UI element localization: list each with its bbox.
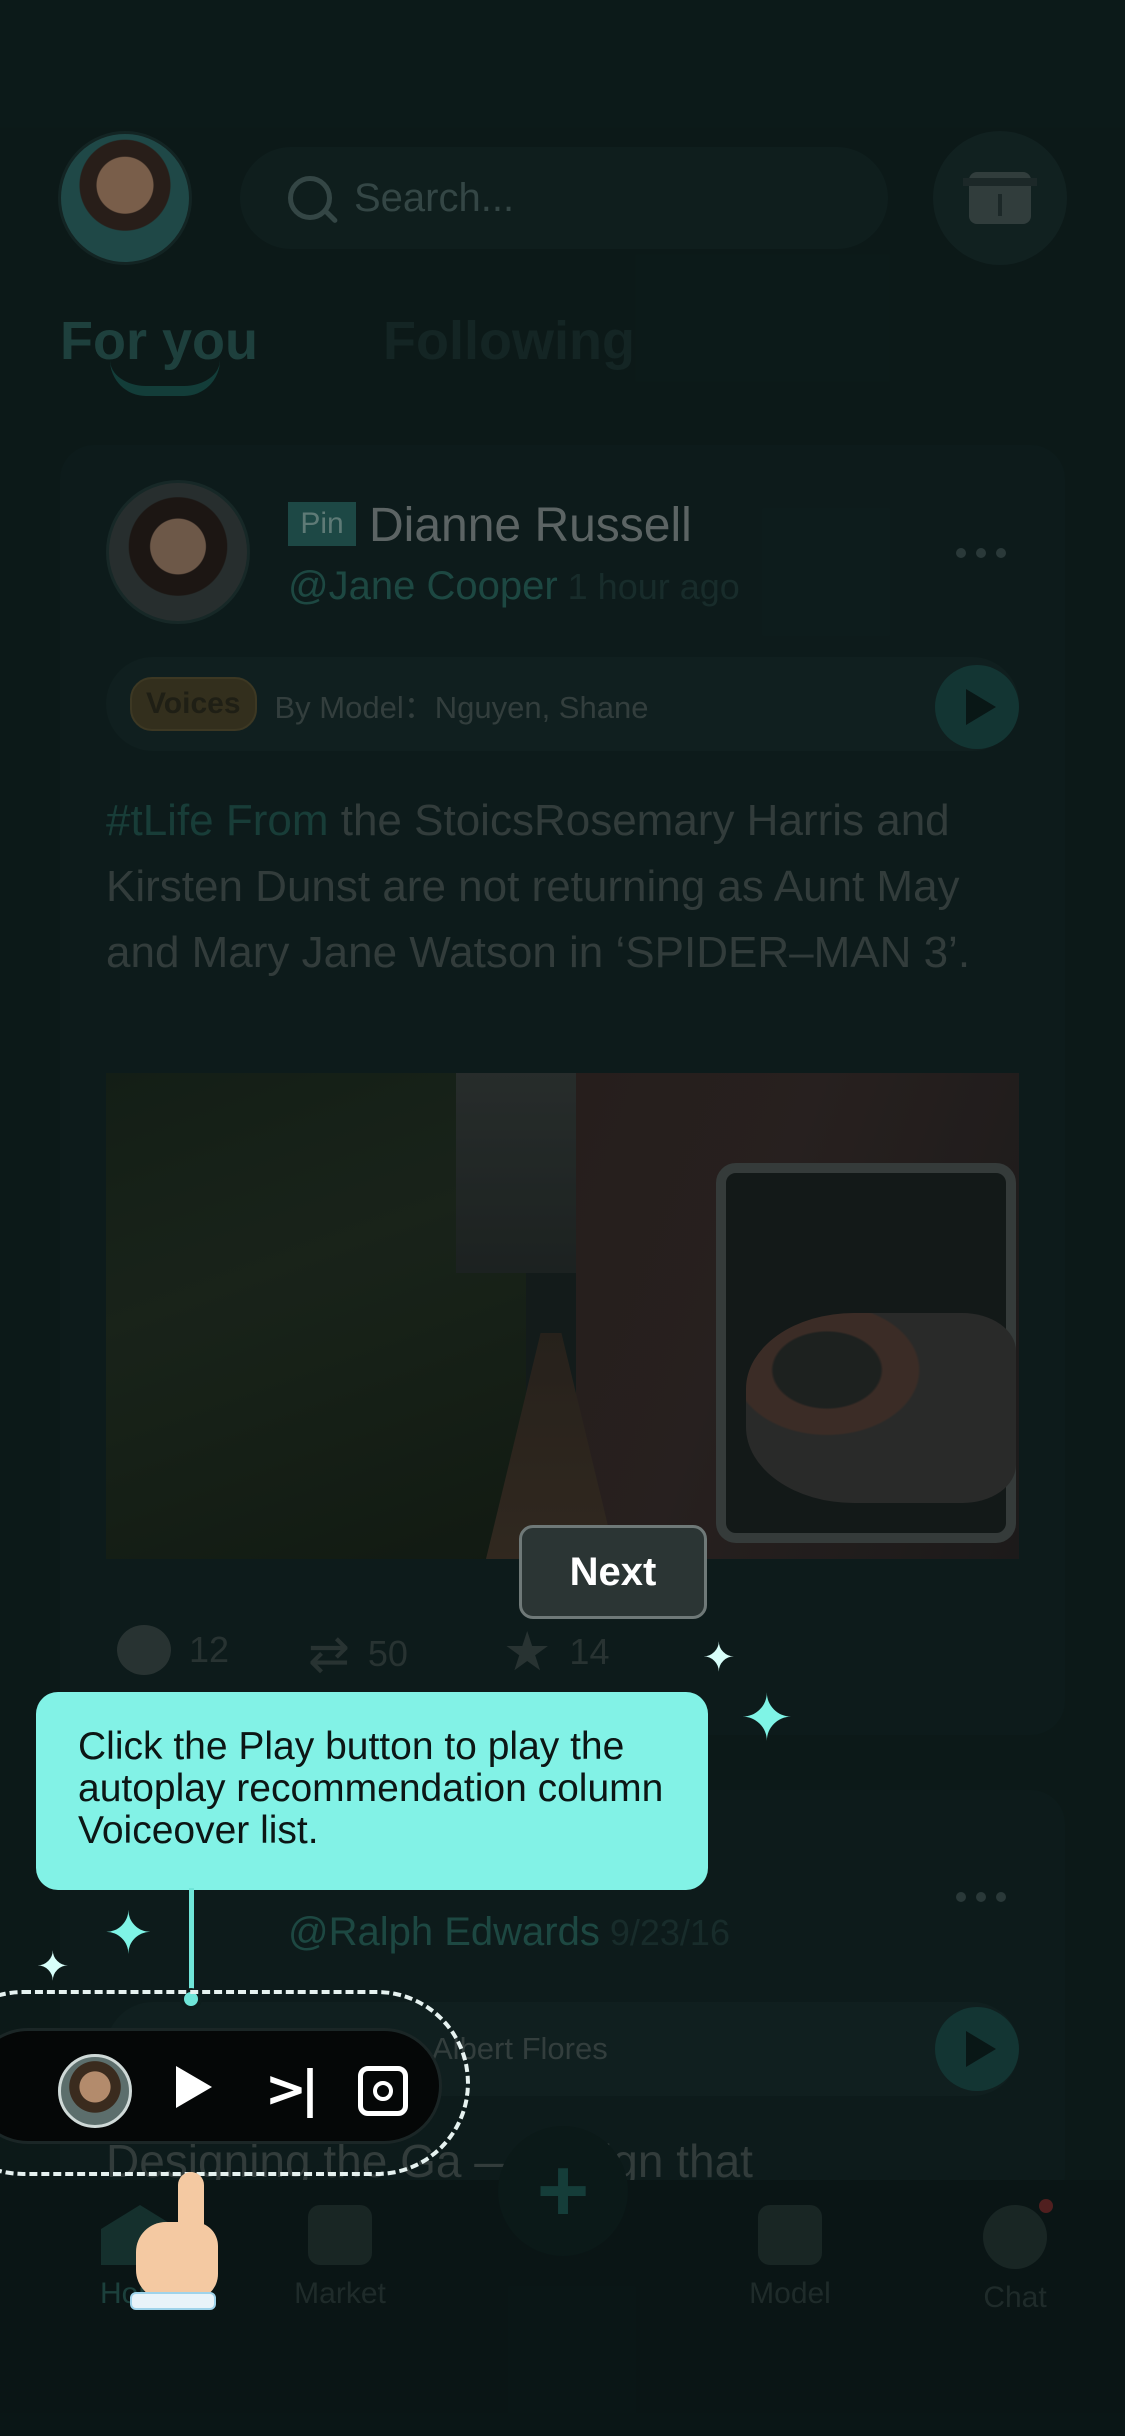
player-avatar[interactable]: [58, 2054, 132, 2128]
feed-screen: Search... For you Following Pin Dianne R…: [0, 0, 1125, 2436]
pointing-hand-icon: [128, 2172, 218, 2312]
sparkle-icon: ✦: [702, 1636, 736, 1680]
focus-icon[interactable]: [358, 2066, 408, 2116]
sparkle-icon: ✦: [740, 1682, 794, 1754]
skip-next-icon[interactable]: >|: [265, 2060, 319, 2118]
tooltip-connector: [189, 1888, 194, 1998]
next-button[interactable]: Next: [519, 1525, 707, 1619]
play-icon[interactable]: [176, 2066, 212, 2108]
onboarding-tooltip: Click the Play button to play the autopl…: [36, 1692, 708, 1890]
sparkle-icon: ✦: [104, 1901, 153, 1966]
sparkle-icon: ✦: [36, 1945, 70, 1989]
